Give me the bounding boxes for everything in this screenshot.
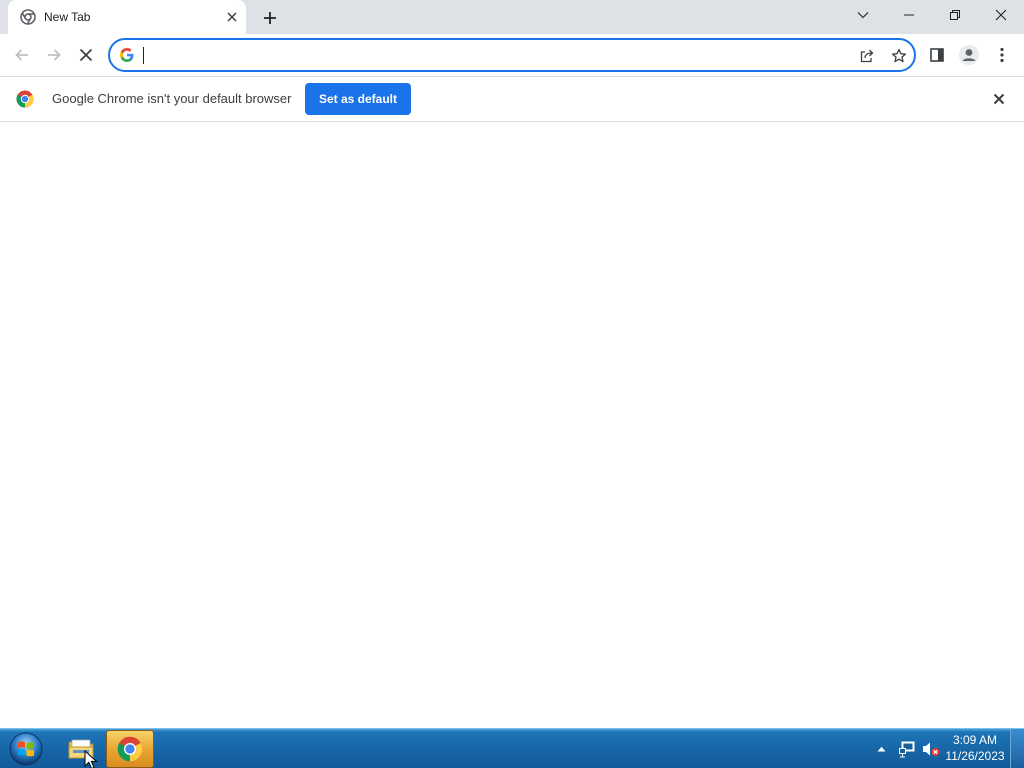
set-as-default-button[interactable]: Set as default bbox=[305, 83, 411, 115]
share-button[interactable] bbox=[854, 43, 880, 69]
mouse-cursor-icon bbox=[84, 750, 98, 768]
address-input[interactable] bbox=[142, 45, 832, 65]
arrow-left-icon bbox=[15, 49, 28, 61]
show-hidden-icons-button[interactable] bbox=[874, 742, 888, 756]
kebab-menu-icon bbox=[1000, 47, 1004, 63]
plus-icon bbox=[264, 12, 276, 24]
side-panel-button[interactable] bbox=[922, 40, 952, 70]
minimize-icon bbox=[904, 14, 914, 16]
system-clock[interactable]: 3:09 AM 11/26/2023 bbox=[943, 732, 1007, 764]
tab-title: New Tab bbox=[44, 10, 91, 24]
side-panel-icon bbox=[930, 48, 944, 62]
close-icon bbox=[993, 93, 1005, 105]
bookmark-button[interactable] bbox=[886, 43, 912, 69]
close-window-button[interactable] bbox=[978, 0, 1024, 30]
close-icon bbox=[995, 9, 1007, 21]
page-content bbox=[0, 122, 1024, 728]
taskbar: 3:09 AM 11/26/2023 bbox=[0, 728, 1024, 768]
chrome-newtab-icon bbox=[20, 9, 36, 25]
star-icon bbox=[891, 48, 907, 63]
default-browser-infobar: Google Chrome isn't your default browser… bbox=[0, 76, 1024, 122]
new-tab-button[interactable] bbox=[257, 5, 283, 31]
tab-close-button[interactable] bbox=[222, 7, 242, 27]
back-button[interactable] bbox=[7, 40, 37, 70]
google-g-icon bbox=[120, 48, 134, 62]
text-caret bbox=[143, 47, 144, 64]
share-icon bbox=[860, 49, 874, 63]
infobar-close-button[interactable] bbox=[988, 88, 1010, 110]
toolbar bbox=[0, 34, 1024, 76]
volume-muted-icon[interactable] bbox=[921, 739, 941, 759]
stop-button[interactable] bbox=[71, 40, 101, 70]
close-icon bbox=[227, 12, 237, 22]
start-button[interactable] bbox=[6, 730, 46, 768]
minimize-button[interactable] bbox=[886, 0, 932, 30]
person-icon bbox=[959, 45, 979, 65]
address-bar[interactable] bbox=[108, 38, 916, 72]
chrome-icon bbox=[117, 736, 143, 762]
screen: New Tab Google Chrome isn't your default… bbox=[0, 0, 1024, 768]
show-desktop-button[interactable] bbox=[1010, 729, 1024, 768]
chrome-menu-button[interactable] bbox=[987, 40, 1017, 70]
network-icon[interactable] bbox=[897, 739, 917, 759]
taskbar-chrome[interactable] bbox=[106, 730, 154, 768]
profile-button[interactable] bbox=[954, 40, 984, 70]
clock-date: 11/26/2023 bbox=[945, 749, 1005, 763]
tab-new-tab[interactable]: New Tab bbox=[8, 0, 246, 34]
chevron-down-icon bbox=[857, 12, 869, 19]
windows-start-orb-icon bbox=[9, 732, 43, 766]
forward-button[interactable] bbox=[39, 40, 69, 70]
clock-time: 3:09 AM bbox=[952, 733, 998, 747]
arrow-right-icon bbox=[48, 49, 61, 61]
close-icon bbox=[79, 48, 93, 62]
restore-icon bbox=[950, 10, 960, 20]
chrome-logo-icon bbox=[16, 90, 34, 108]
infobar-message: Google Chrome isn't your default browser bbox=[52, 91, 292, 106]
restore-button[interactable] bbox=[932, 0, 978, 30]
tab-search-button[interactable] bbox=[840, 0, 886, 30]
chevron-up-icon bbox=[877, 746, 885, 752]
tab-strip: New Tab bbox=[0, 0, 1024, 34]
